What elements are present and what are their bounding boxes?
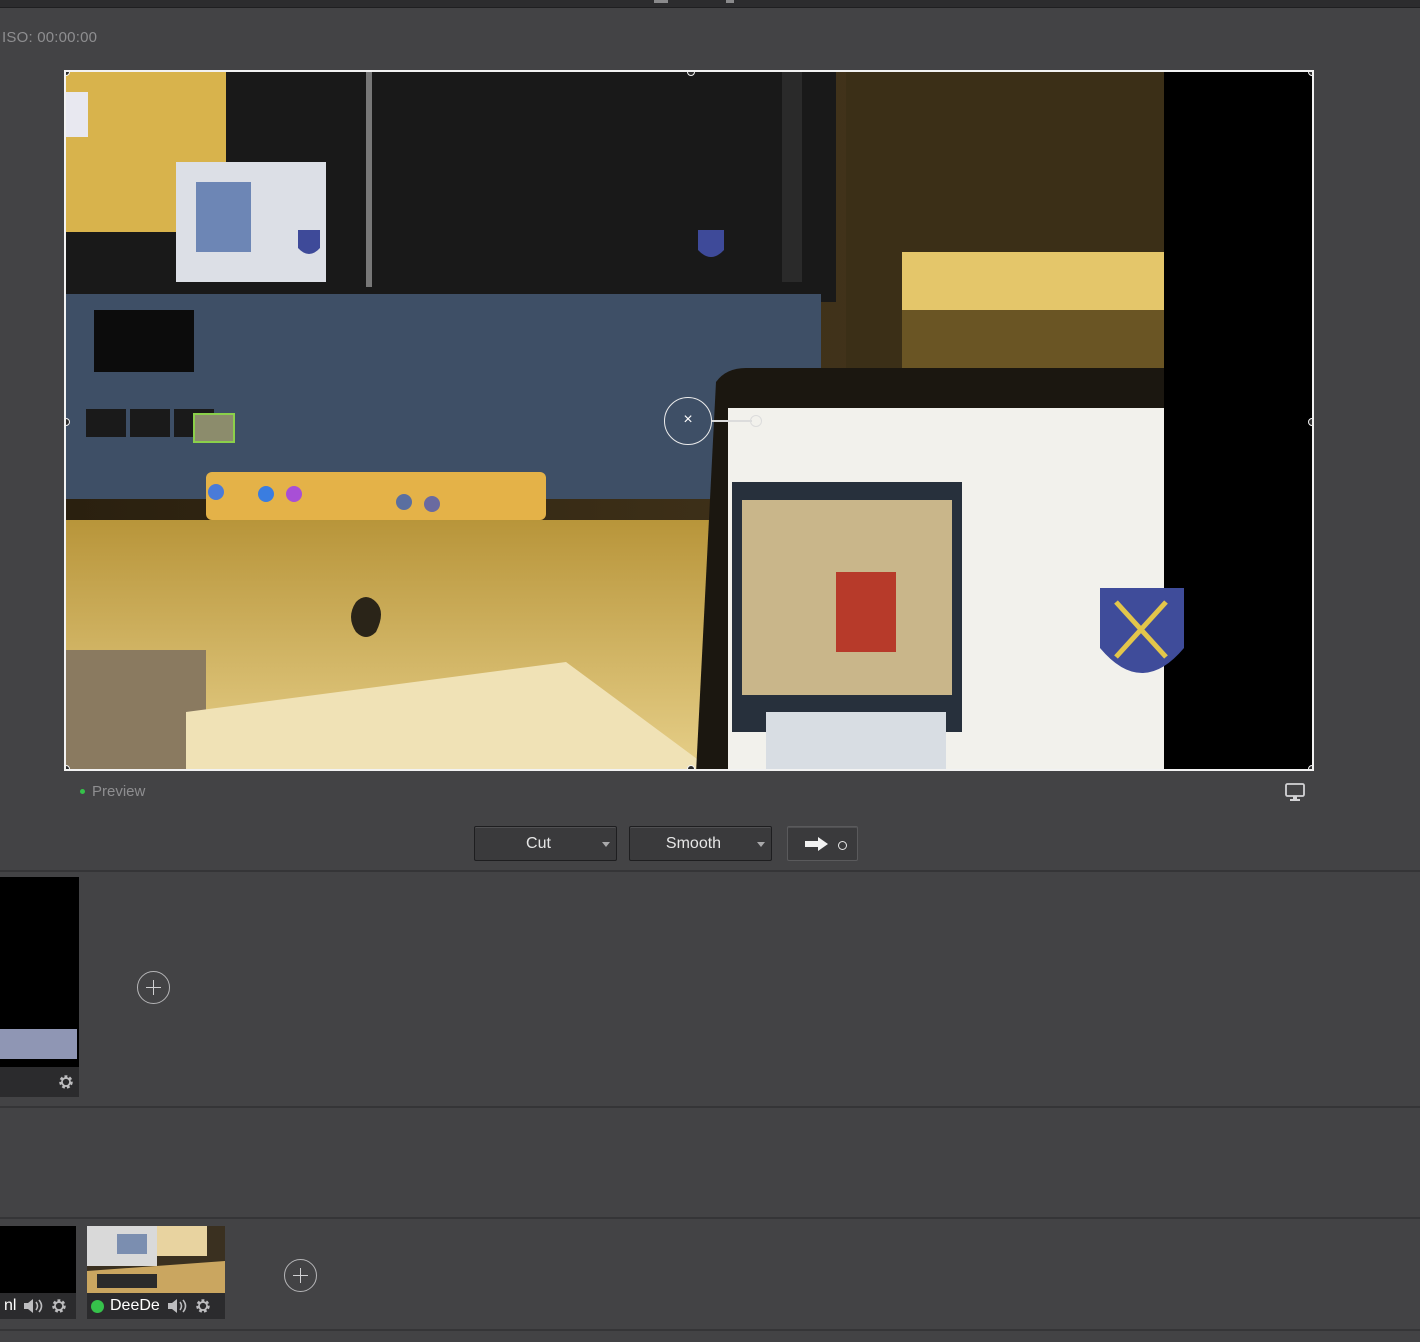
transition-type-dropdown[interactable]: Cut bbox=[474, 826, 617, 861]
transition-easing-label: Smooth bbox=[665, 835, 722, 852]
source-tile-bar: nl bbox=[0, 1293, 76, 1319]
source-name: DeeDe bbox=[110, 1297, 160, 1314]
resize-handle-bottom[interactable] bbox=[687, 765, 695, 769]
resize-handle-bottom-right[interactable] bbox=[1308, 765, 1312, 769]
section-divider bbox=[0, 1329, 1420, 1331]
arrow-right-icon bbox=[805, 837, 828, 851]
gear-icon[interactable] bbox=[57, 1073, 75, 1091]
live-indicator bbox=[91, 1299, 104, 1313]
toolbar-nub bbox=[654, 0, 668, 3]
rotation-handle[interactable] bbox=[750, 415, 762, 427]
chevron-down-icon bbox=[757, 842, 765, 847]
circle-icon bbox=[838, 841, 847, 850]
iso-timer: ISO: 00:00:00 bbox=[2, 29, 97, 46]
rotation-arm bbox=[712, 420, 752, 422]
transition-easing-dropdown[interactable]: Smooth bbox=[629, 826, 772, 861]
add-source-button[interactable] bbox=[284, 1259, 317, 1292]
scene-tile[interactable] bbox=[0, 877, 79, 1097]
speaker-icon[interactable] bbox=[166, 1297, 188, 1315]
source-tile-bar: DeeDe bbox=[87, 1293, 225, 1319]
resize-handle-bottom-left[interactable] bbox=[66, 765, 70, 769]
close-icon: × bbox=[683, 411, 693, 428]
section-divider bbox=[0, 1217, 1420, 1219]
section-divider bbox=[0, 1106, 1420, 1108]
add-scene-button[interactable] bbox=[137, 971, 170, 1004]
preview-status: Preview bbox=[80, 783, 145, 800]
take-transition-button[interactable] bbox=[787, 826, 858, 861]
source-tile[interactable]: DeeDe bbox=[87, 1226, 225, 1319]
monitor-icon[interactable] bbox=[1284, 781, 1306, 803]
speaker-icon[interactable] bbox=[22, 1297, 44, 1315]
preview-status-dot bbox=[80, 789, 85, 794]
source-tile[interactable]: nl bbox=[0, 1226, 76, 1319]
chevron-down-icon bbox=[602, 842, 610, 847]
transform-center-handle[interactable]: × bbox=[664, 397, 712, 445]
scene-thumbnail-strip bbox=[0, 1029, 77, 1059]
gear-icon[interactable] bbox=[50, 1297, 68, 1315]
transition-type-label: Cut bbox=[526, 835, 551, 852]
gear-icon[interactable] bbox=[194, 1297, 212, 1315]
preview-label: Preview bbox=[92, 783, 146, 800]
resize-handle-right[interactable] bbox=[1308, 418, 1312, 426]
source-thumbnail bbox=[87, 1226, 225, 1293]
iso-label: ISO: bbox=[2, 29, 33, 46]
section-divider bbox=[0, 870, 1420, 872]
top-toolbar-strip bbox=[0, 0, 1420, 8]
scene-tile-bar bbox=[0, 1067, 79, 1097]
resize-handle-top-right[interactable] bbox=[1308, 72, 1312, 76]
iso-time: 00:00:00 bbox=[37, 29, 98, 46]
source-name: nl bbox=[4, 1297, 17, 1314]
toolbar-nub bbox=[726, 0, 734, 3]
